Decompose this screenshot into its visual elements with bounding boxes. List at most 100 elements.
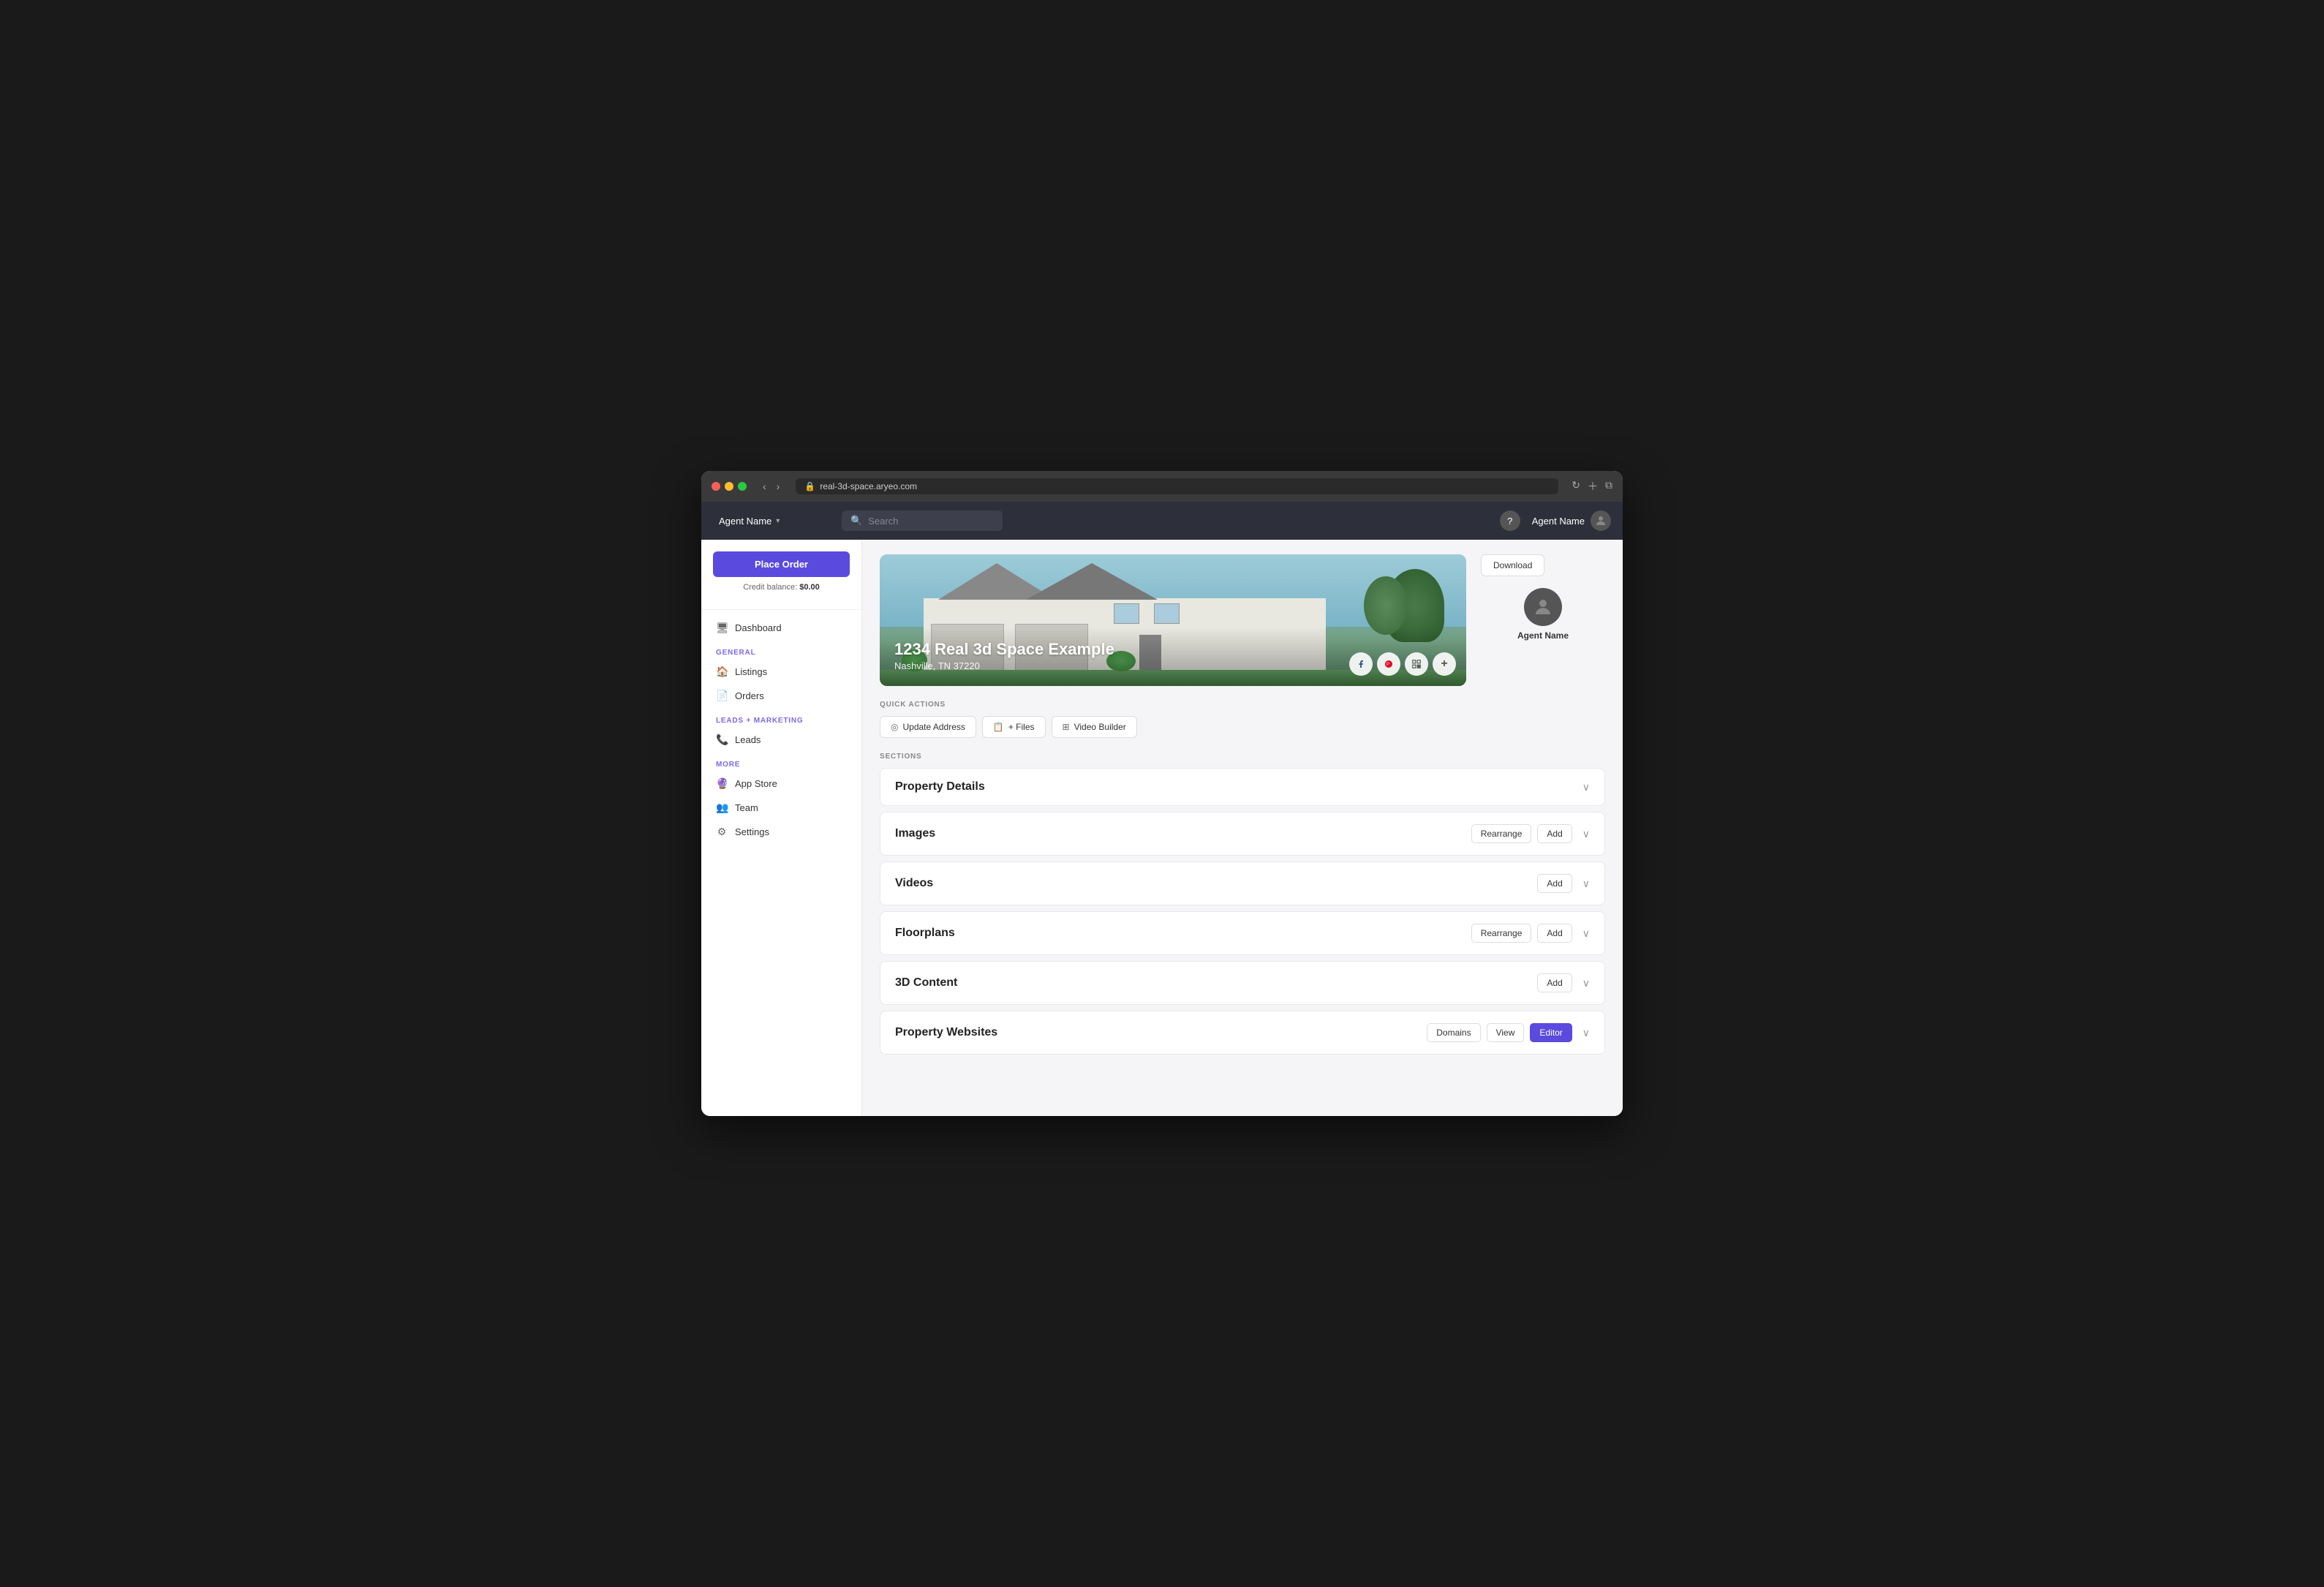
floorplans-add-button[interactable]: Add — [1537, 924, 1572, 943]
refresh-icon[interactable]: ↻ — [1572, 479, 1580, 494]
credit-balance: Credit balance: $0.00 — [701, 583, 861, 603]
section-images-row: Images Rearrange Add ∨ — [880, 813, 1604, 855]
property-websites-editor-button[interactable]: Editor — [1530, 1023, 1572, 1042]
add-tab-icon[interactable]: ＋ — [1588, 479, 1598, 494]
video-builder-button[interactable]: ⊞ Video Builder — [1052, 716, 1137, 738]
section-property-details-title: Property Details — [895, 780, 1578, 794]
videos-chevron-icon[interactable]: ∨ — [1582, 878, 1590, 890]
section-property-websites-row: Property Websites Domains View Editor ∨ — [880, 1011, 1604, 1054]
sidebar: Place Order Credit balance: $0.00 🖥 Dash… — [701, 540, 862, 1116]
browser-controls: ‹ › — [760, 479, 782, 494]
section-3d-content: 3D Content Add ∨ — [880, 961, 1605, 1005]
orders-icon: 📄 — [716, 690, 728, 702]
search-icon: 🔍 — [850, 515, 862, 527]
floorplans-chevron-icon[interactable]: ∨ — [1582, 927, 1590, 940]
section-videos-title: Videos — [895, 877, 1537, 890]
search-input[interactable] — [868, 516, 994, 527]
place-order-button[interactable]: Place Order — [713, 551, 850, 577]
sidebar-item-listings[interactable]: 🏠 Listings — [701, 660, 861, 684]
section-property-details: Property Details ∨ — [880, 768, 1605, 806]
property-websites-view-button[interactable]: View — [1487, 1023, 1525, 1042]
section-images: Images Rearrange Add ∨ — [880, 812, 1605, 856]
browser-actions: ↻ ＋ ⧉ — [1572, 479, 1612, 494]
listing-side: Download Agent Name — [1481, 554, 1605, 701]
search-bar: 🔍 — [842, 510, 1003, 531]
add-files-button[interactable]: 📋 + Files — [982, 716, 1046, 738]
section-floorplans-row: Floorplans Rearrange Add ∨ — [880, 912, 1604, 954]
more-share-button[interactable]: + — [1433, 652, 1456, 676]
tabs-icon[interactable]: ⧉ — [1605, 479, 1612, 494]
url-text: real-3d-space.aryeo.com — [820, 481, 917, 491]
help-button[interactable]: ? — [1500, 510, 1520, 531]
sidebar-item-team[interactable]: 👥 Team — [701, 796, 861, 820]
listing-info: 1234 Real 3d Space Example Nashville, TN… — [894, 640, 1114, 671]
listing-address: Nashville, TN 37220 — [894, 660, 1114, 671]
app-store-icon: 🔮 — [716, 777, 728, 790]
facebook-share-button[interactable] — [1349, 652, 1373, 676]
chevron-down-icon: ▾ — [776, 517, 780, 525]
team-icon: 👥 — [716, 802, 728, 814]
sidebar-more-label: MORE — [701, 752, 861, 772]
main-area: Place Order Credit balance: $0.00 🖥 Dash… — [701, 540, 1623, 1116]
svg-text:P: P — [1387, 663, 1389, 667]
images-rearrange-button[interactable]: Rearrange — [1471, 824, 1532, 843]
forward-button[interactable]: › — [774, 479, 783, 494]
home-icon: 🏠 — [716, 666, 728, 678]
update-address-icon: ◎ — [891, 722, 898, 732]
sidebar-item-label: Leads — [735, 734, 761, 745]
section-floorplans: Floorplans Rearrange Add ∨ — [880, 911, 1605, 955]
property-details-chevron-icon[interactable]: ∨ — [1582, 781, 1590, 794]
section-3d-content-row: 3D Content Add ∨ — [880, 962, 1604, 1004]
sidebar-item-label: Settings — [735, 826, 769, 837]
agent-card-name: Agent Name — [1517, 630, 1569, 641]
leads-icon: 📞 — [716, 734, 728, 746]
sidebar-item-leads[interactable]: 📞 Leads — [701, 728, 861, 752]
sidebar-item-label: Orders — [735, 690, 764, 701]
traffic-lights — [712, 482, 747, 491]
property-websites-domains-button[interactable]: Domains — [1427, 1023, 1480, 1042]
qr-code-button[interactable] — [1405, 652, 1428, 676]
lock-icon: 🔒 — [804, 481, 815, 491]
sidebar-item-label: Dashboard — [735, 622, 782, 633]
maximize-button[interactable] — [738, 482, 747, 491]
sidebar-item-label: App Store — [735, 778, 777, 789]
address-bar[interactable]: 🔒 real-3d-space.aryeo.com — [796, 478, 1558, 494]
browser-window: ‹ › 🔒 real-3d-space.aryeo.com ↻ ＋ ⧉ Agen… — [701, 471, 1623, 1116]
back-button[interactable]: ‹ — [760, 479, 769, 494]
sidebar-item-orders[interactable]: 📄 Orders — [701, 684, 861, 708]
dashboard-icon: 🖥 — [716, 622, 728, 634]
top-nav: Agent Name ▾ 🔍 ? Agent Name — [701, 502, 1623, 540]
3d-content-add-button[interactable]: Add — [1537, 973, 1572, 992]
content-area: 1234 Real 3d Space Example Nashville, TN… — [862, 540, 1623, 1116]
sidebar-general-label: GENERAL — [701, 640, 861, 660]
videos-add-button[interactable]: Add — [1537, 874, 1572, 893]
close-button[interactable] — [712, 482, 720, 491]
agent-selector[interactable]: Agent Name ▾ — [713, 513, 830, 529]
listing-hero: 1234 Real 3d Space Example Nashville, TN… — [880, 554, 1466, 686]
nav-agent-name: Agent Name — [1532, 516, 1585, 527]
property-websites-chevron-icon[interactable]: ∨ — [1582, 1027, 1590, 1039]
section-3d-content-title: 3D Content — [895, 976, 1537, 989]
settings-icon: ⚙ — [716, 826, 728, 838]
section-property-websites-actions: Domains View Editor ∨ — [1427, 1023, 1590, 1042]
app-layout: Agent Name ▾ 🔍 ? Agent Name — [701, 502, 1623, 1116]
section-videos-row: Videos Add ∨ — [880, 862, 1604, 905]
sidebar-item-label: Team — [735, 802, 758, 813]
section-images-actions: Rearrange Add ∨ — [1471, 824, 1590, 843]
sidebar-item-dashboard[interactable]: 🖥 Dashboard — [701, 616, 861, 640]
sidebar-divider — [701, 609, 861, 610]
listing-title: 1234 Real 3d Space Example — [894, 640, 1114, 659]
sections-label: SECTIONS — [880, 753, 1605, 761]
images-chevron-icon[interactable]: ∨ — [1582, 828, 1590, 840]
section-3d-content-actions: Add ∨ — [1537, 973, 1590, 992]
images-add-button[interactable]: Add — [1537, 824, 1572, 843]
floorplans-rearrange-button[interactable]: Rearrange — [1471, 924, 1532, 943]
sidebar-item-settings[interactable]: ⚙ Settings — [701, 820, 861, 844]
section-videos-actions: Add ∨ — [1537, 874, 1590, 893]
update-address-button[interactable]: ◎ Update Address — [880, 716, 976, 738]
download-button[interactable]: Download — [1481, 554, 1544, 576]
minimize-button[interactable] — [725, 482, 733, 491]
pinterest-share-button[interactable]: P — [1377, 652, 1400, 676]
3d-content-chevron-icon[interactable]: ∨ — [1582, 977, 1590, 989]
sidebar-item-app-store[interactable]: 🔮 App Store — [701, 772, 861, 796]
